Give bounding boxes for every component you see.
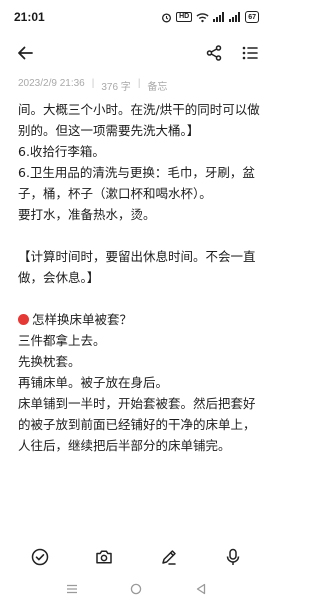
share-icon [206, 45, 222, 61]
battery-level: 67 [248, 13, 256, 21]
status-icons: HD 67 [161, 11, 259, 23]
note-toolbar [0, 34, 273, 72]
menu-icon [67, 584, 78, 594]
note-line: 三件都拿上去。 [18, 333, 106, 348]
system-nav-bar [0, 578, 273, 600]
system-back-button[interactable] [188, 576, 214, 602]
more-button[interactable] [237, 40, 263, 66]
note-line: 要打水，准备热水，烫。 [18, 207, 156, 222]
meta-divider: | [91, 78, 95, 89]
note-heading-line: 怎样换床单被套？ [18, 309, 266, 330]
recent-apps-button[interactable] [59, 576, 85, 602]
pen-button[interactable] [156, 544, 182, 570]
back-arrow-icon [18, 46, 33, 60]
back-button[interactable] [12, 40, 38, 66]
note-category[interactable]: 备忘 [147, 78, 167, 93]
note-date: 2023/2/9 21:36 [18, 78, 85, 89]
note-line: 6.卫生用品的清洗与更换：毛巾，牙刷，盆 [18, 165, 255, 180]
note-meta: 2023/2/9 21:36 | 376 字 | 备忘 [18, 78, 167, 93]
wifi-icon [196, 12, 209, 22]
note-line: 床单铺到一半时，开始套被套。然后把套好 [18, 396, 256, 411]
hd-badge: HD [176, 12, 193, 22]
note-heading: 怎样换床单被套？ [32, 312, 133, 327]
home-button[interactable] [123, 576, 149, 602]
home-icon [131, 583, 142, 595]
microphone-icon [226, 548, 240, 565]
signal-icon-2 [229, 12, 241, 22]
more-icon [242, 46, 258, 60]
back-icon [196, 583, 205, 595]
note-line: 做，会休息。】 [18, 270, 100, 285]
battery-icon: 67 [245, 11, 259, 23]
camera-button[interactable] [91, 544, 117, 570]
note-line: 人往后，继续把后半部分的床单铺完。 [18, 438, 231, 453]
note-word-count: 376 字 [101, 82, 131, 93]
edit-toolbar [0, 540, 273, 574]
note-line: 6.收拾行李箱。 [18, 144, 105, 159]
note-line: 先换枕套。 [18, 354, 81, 369]
meta-divider: | [137, 78, 141, 89]
note-body[interactable]: 间。大概三个小时。在洗/烘干的同时可以做 别的。但这一项需要先洗大桶。】 6.收… [18, 99, 266, 456]
signal-icon-1 [213, 12, 225, 22]
note-line: 子，桶，杯子（漱口杯和喝水杯）。 [18, 186, 212, 201]
note-line: 间。大概三个小时。在洗/烘干的同时可以做 [18, 102, 260, 117]
checklist-button[interactable] [27, 544, 53, 570]
red-circle-icon [18, 314, 29, 325]
pen-icon [161, 550, 176, 565]
voice-button[interactable] [220, 544, 246, 570]
share-button[interactable] [201, 40, 227, 66]
note-line: 的被子放到前面已经铺好的干净的床单上， [18, 417, 256, 432]
alarm-icon [162, 12, 172, 22]
camera-icon [96, 550, 113, 564]
checklist-icon [31, 548, 49, 566]
note-line: 【计算时间时，要留出休息时间。不会一直 [18, 249, 256, 264]
note-line: 别的。但这一项需要先洗大桶。】 [18, 123, 200, 138]
status-bar: 21:01 HD 67 [0, 0, 273, 34]
note-line: 再铺床单。被子放在身后。 [18, 375, 169, 390]
status-time: 21:01 [14, 10, 45, 24]
